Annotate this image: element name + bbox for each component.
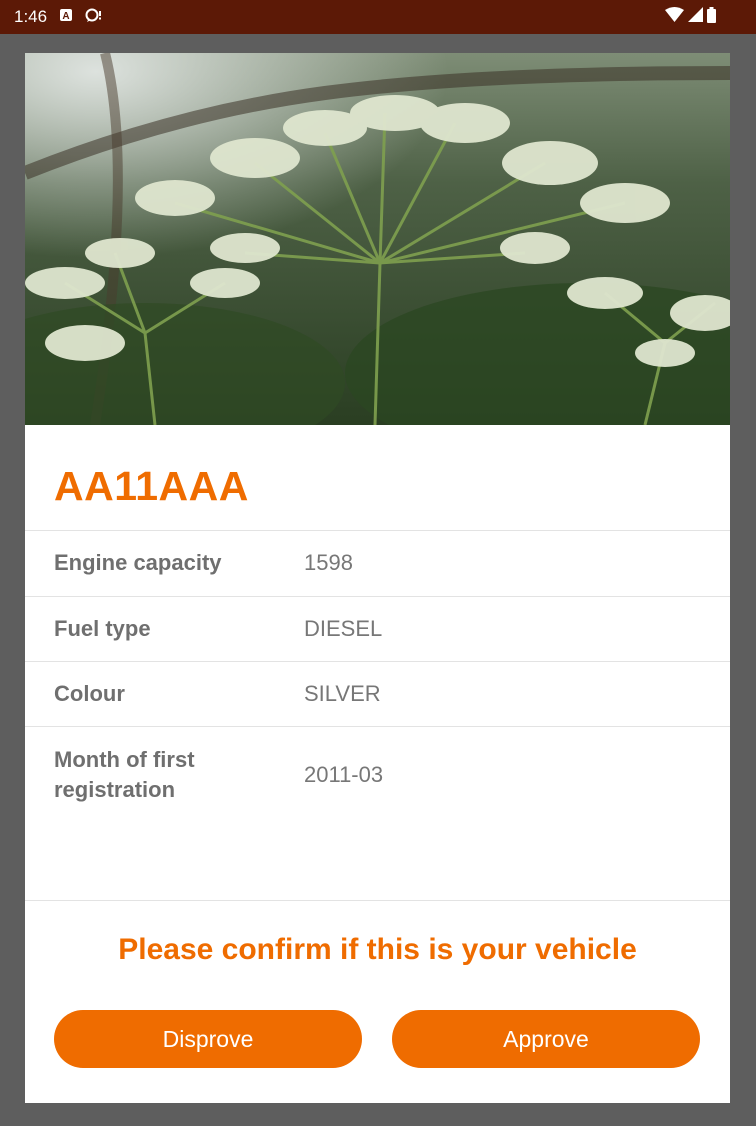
notification-a-icon: A [59, 8, 73, 27]
detail-row-first-registration: Month of first registration 2011-03 [25, 727, 730, 823]
hero-plant-photo [25, 53, 730, 425]
detail-value: 1598 [304, 550, 353, 575]
status-right [665, 6, 716, 28]
battery-icon [707, 6, 716, 28]
signal-icon [688, 7, 703, 27]
status-left: 1:46 A [14, 7, 103, 27]
vehicle-card: AA11AAA Engine capacity 1598 Fuel type D… [25, 53, 730, 1103]
detail-value: DIESEL [304, 616, 383, 641]
detail-label: Fuel type [54, 616, 151, 641]
svg-text:A: A [62, 11, 69, 22]
detail-label: Colour [54, 681, 125, 706]
disprove-button[interactable]: Disprove [54, 1010, 362, 1068]
confirm-prompt: Please confirm if this is your vehicle [118, 933, 637, 966]
detail-value: 2011-03 [304, 762, 384, 787]
wifi-icon [665, 7, 684, 27]
status-time: 1:46 [14, 7, 48, 26]
approve-button[interactable]: Approve [392, 1010, 700, 1068]
detail-label: Engine capacity [54, 550, 222, 575]
status-bar: 1:46 A [0, 0, 756, 34]
detail-row-fuel-type: Fuel type DIESEL [25, 597, 730, 661]
vehicle-registration: AA11AAA [54, 463, 249, 509]
divider [25, 900, 730, 901]
detail-row-engine-capacity: Engine capacity 1598 [25, 531, 730, 595]
notification-bubble-icon [85, 8, 103, 27]
detail-label: Month of first registration [54, 747, 195, 802]
detail-row-colour: Colour SILVER [25, 662, 730, 726]
detail-value: SILVER [304, 681, 381, 706]
